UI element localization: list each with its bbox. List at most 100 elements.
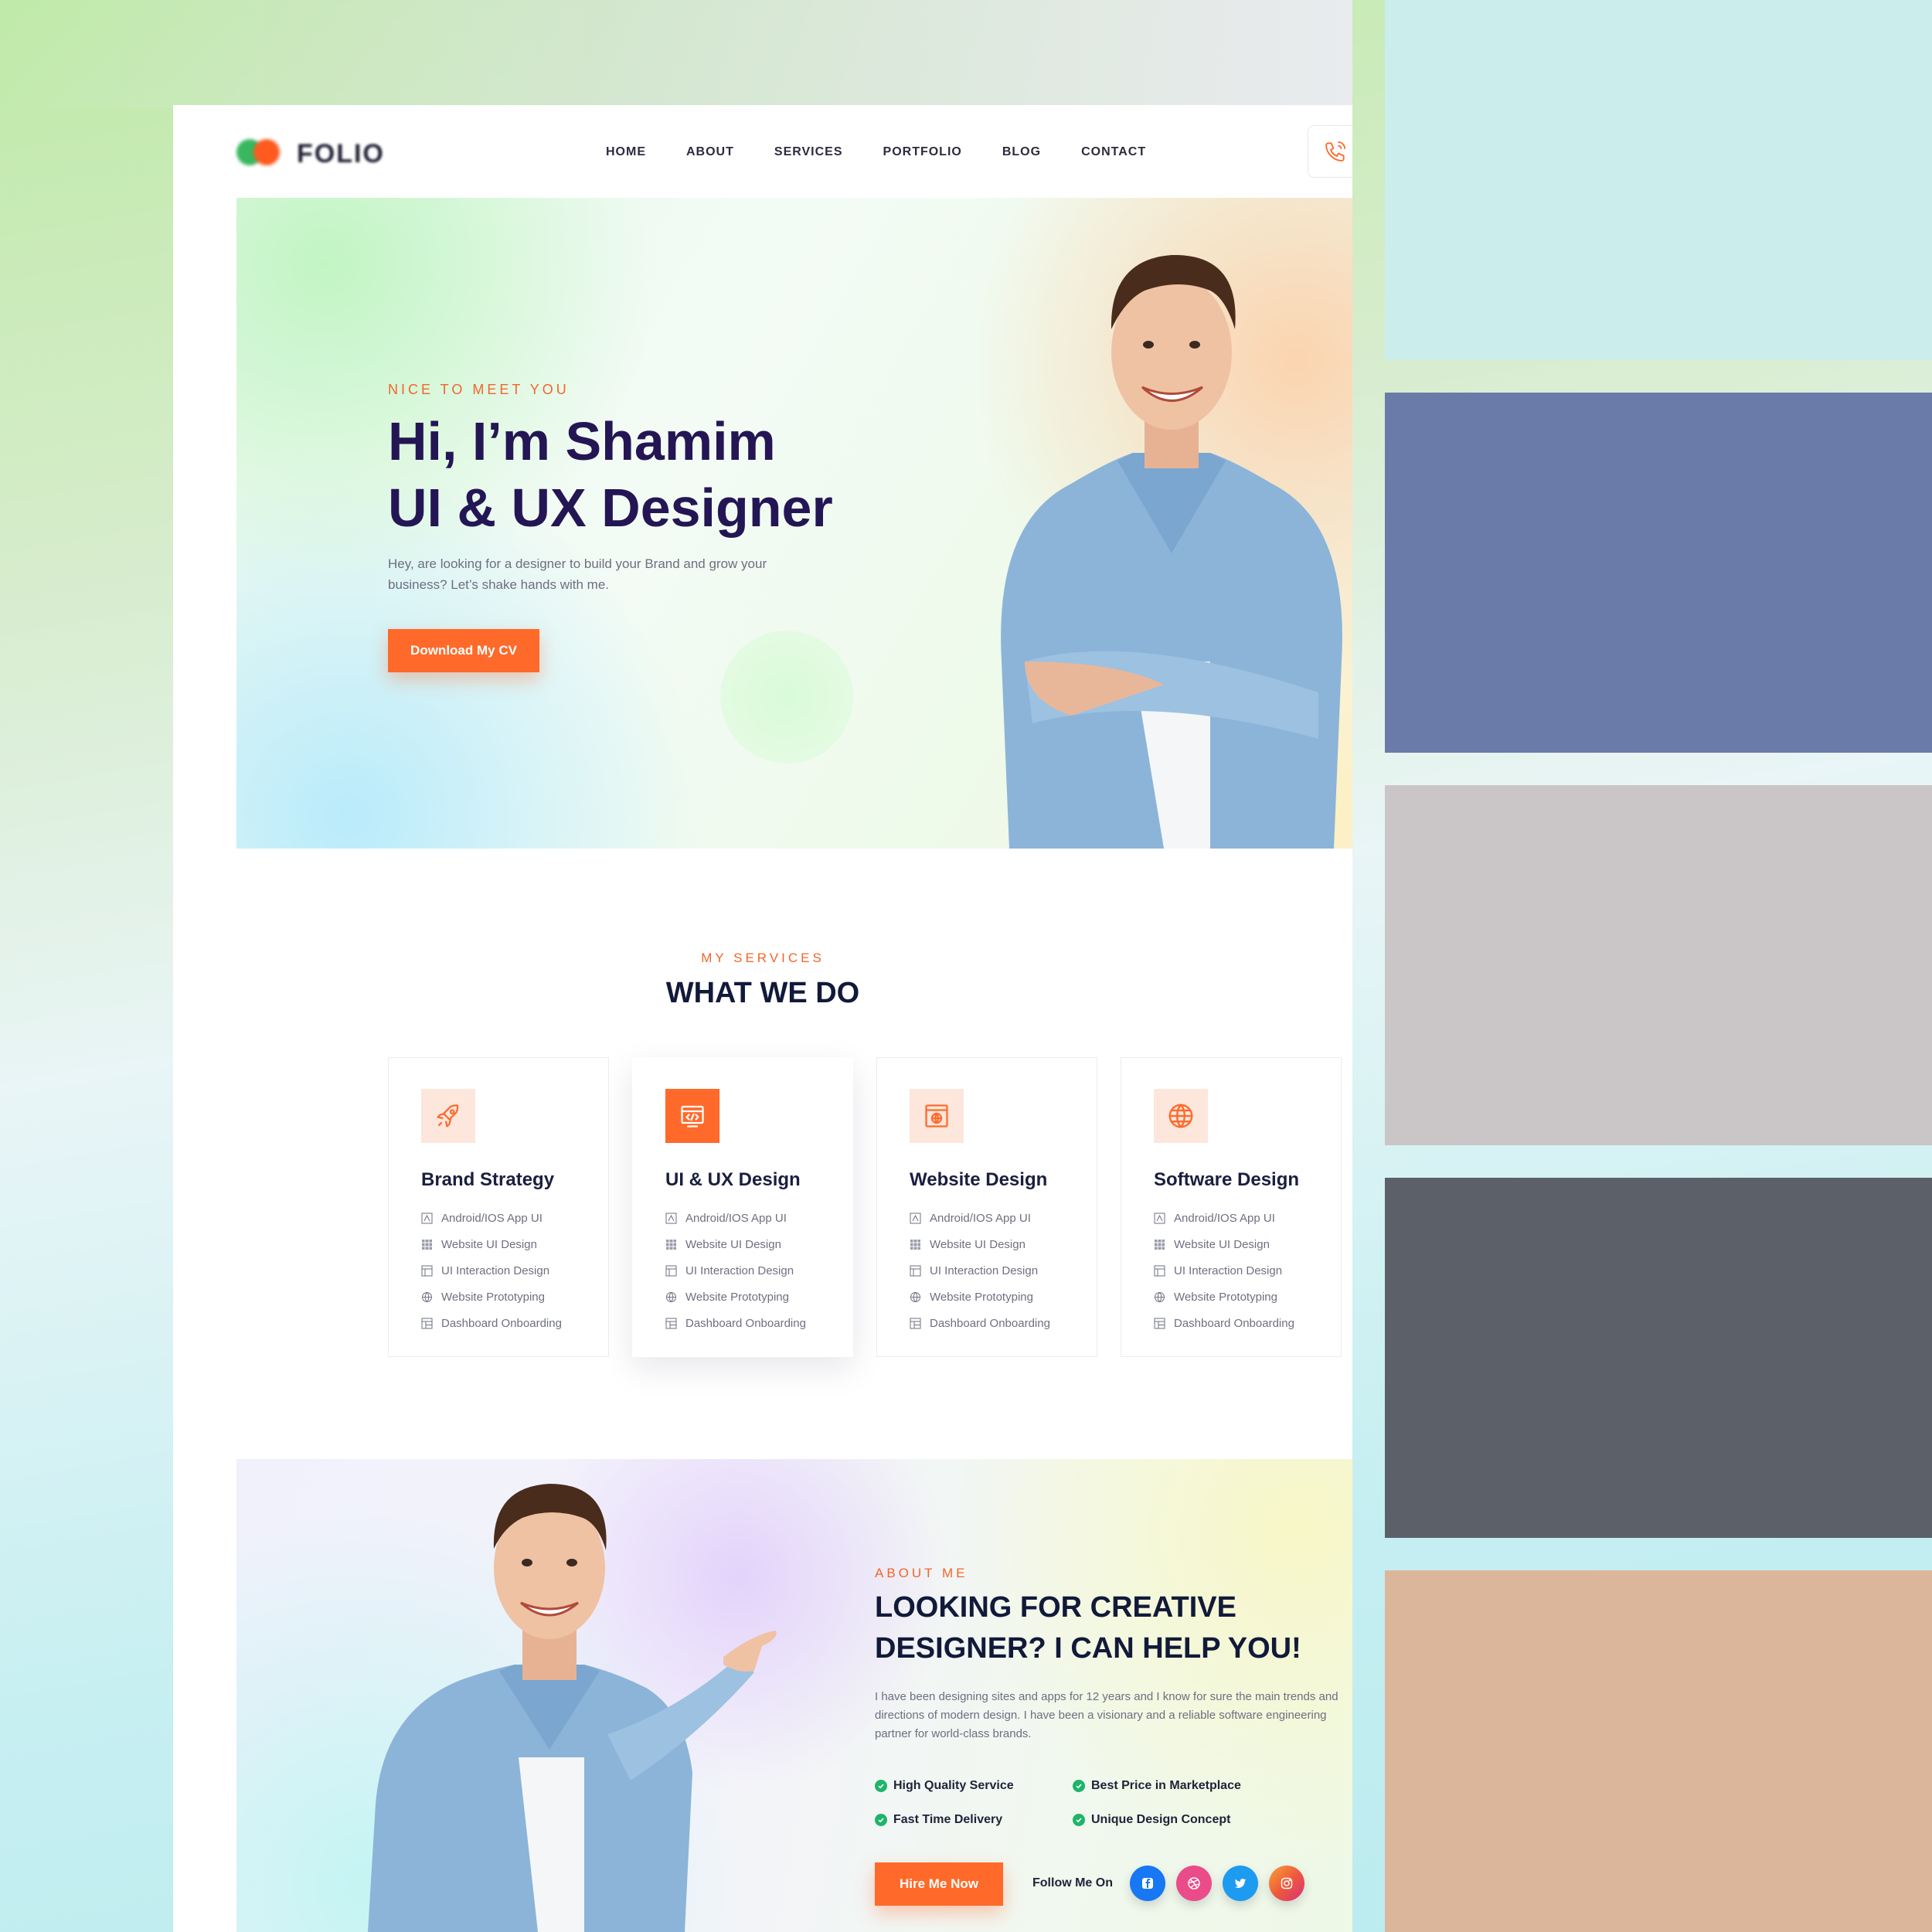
grid-icon — [421, 1239, 433, 1250]
rocket-icon — [437, 1104, 459, 1128]
feature-item: Best Price in Marketplace — [1073, 1779, 1241, 1793]
feature-item: Unique Design Concept — [1073, 1813, 1230, 1827]
services-kicker: MY SERVICES — [701, 951, 825, 965]
list-item-label: Dashboard Onboarding — [930, 1316, 1050, 1330]
card-feature-list: Android/IOS App UI Website UI Design UI … — [665, 1205, 806, 1336]
feature-label: Unique Design Concept — [1091, 1813, 1231, 1826]
list-item: Website Prototyping — [421, 1284, 562, 1310]
hero-title-line-1: Hi, I’m Shamim — [388, 411, 776, 471]
hero-section: NICE TO MEET YOU Hi, I’m Shamim UI & UX … — [236, 198, 1352, 849]
follow-label: Follow Me On — [1032, 1876, 1113, 1889]
layout-icon — [1154, 1265, 1165, 1277]
card-icon-box — [421, 1089, 475, 1143]
about-description: I have been designing sites and apps for… — [875, 1690, 1338, 1740]
list-item: Dashboard Onboarding — [421, 1310, 562, 1336]
hero-person-image — [1001, 254, 1342, 849]
list-item: Dashboard Onboarding — [1154, 1310, 1294, 1336]
logo-text: FOLIO — [297, 139, 385, 168]
feature-item: High Quality Service — [875, 1779, 1014, 1793]
service-card-brand-strategy[interactable]: Brand Strategy Android/IOS App UI Websit… — [388, 1057, 609, 1357]
services-cards: Brand Strategy Android/IOS App UI Websit… — [388, 1057, 1342, 1357]
list-item: Dashboard Onboarding — [910, 1310, 1050, 1336]
globe-small-icon — [910, 1291, 921, 1303]
card-feature-list: Android/IOS App UI Website UI Design UI … — [1154, 1205, 1294, 1336]
card-icon-box — [665, 1089, 719, 1143]
list-item-label: Website Prototyping — [441, 1290, 545, 1304]
service-card-website-design[interactable]: Website Design Android/IOS App UI Websit… — [876, 1057, 1097, 1357]
globe-small-icon — [421, 1291, 433, 1303]
website-page: FOLIO HOME ABOUT SERVICES PORTFOLIO BLOG… — [173, 105, 1352, 1932]
list-item: UI Interaction Design — [421, 1257, 562, 1284]
card-title: UI & UX Design — [665, 1169, 801, 1190]
about-title-line-2: DESIGNER? I CAN HELP YOU! — [875, 1632, 1301, 1665]
about-section: ABOUT ME LOOKING FOR CREATIVE DESIGNER? … — [236, 1459, 1352, 1932]
instagram-link[interactable] — [1269, 1866, 1304, 1901]
list-item-label: Website Prototyping — [1174, 1290, 1277, 1304]
list-item: UI Interaction Design — [910, 1257, 1050, 1284]
list-item-label: Website Prototyping — [685, 1290, 789, 1304]
card-icon-box — [1154, 1089, 1208, 1143]
phone-button[interactable] — [1308, 125, 1352, 178]
card-title: Brand Strategy — [421, 1169, 555, 1190]
services-title: WHAT WE DO — [665, 977, 860, 1009]
dashboard-icon — [910, 1318, 921, 1329]
instagram-icon — [1281, 1877, 1293, 1889]
list-item-label: UI Interaction Design — [930, 1264, 1039, 1277]
hire-me-button[interactable]: Hire Me Now — [875, 1862, 1003, 1906]
palette-swatch-3 — [1385, 785, 1932, 1145]
list-item-label: UI Interaction Design — [685, 1264, 794, 1277]
web-globe-icon — [925, 1104, 948, 1128]
service-card-ui-ux-design[interactable]: UI & UX Design Android/IOS App UI Websit… — [632, 1057, 853, 1357]
list-item: UI Interaction Design — [665, 1257, 806, 1284]
palette-swatch-5 — [1385, 1570, 1932, 1932]
list-item: Website UI Design — [1154, 1231, 1294, 1257]
grid-icon — [1154, 1239, 1165, 1250]
layout-icon — [910, 1265, 921, 1277]
list-item: Android/IOS App UI — [665, 1205, 806, 1231]
feature-label: Fast Time Delivery — [893, 1813, 1003, 1826]
layout-icon — [665, 1265, 677, 1277]
app-icon — [665, 1213, 677, 1224]
app-icon — [910, 1213, 921, 1224]
list-item: Website UI Design — [665, 1231, 806, 1257]
palette-swatch-1 — [1385, 0, 1932, 360]
logo-dot-orange — [253, 139, 280, 165]
check-icon — [1073, 1780, 1085, 1792]
logo[interactable]: FOLIO — [236, 139, 385, 169]
service-card-software-design[interactable]: Software Design Android/IOS App UI Websi… — [1121, 1057, 1342, 1357]
grid-icon — [665, 1239, 677, 1250]
check-icon — [1073, 1814, 1085, 1826]
nav-contact[interactable]: CONTACT — [1081, 145, 1146, 159]
card-title: Website Design — [910, 1169, 1048, 1190]
twitter-link[interactable] — [1223, 1866, 1258, 1901]
check-icon — [875, 1780, 887, 1792]
list-item: Android/IOS App UI — [421, 1205, 562, 1231]
card-title: Software Design — [1154, 1169, 1300, 1190]
list-item-label: UI Interaction Design — [1174, 1264, 1283, 1277]
dribbble-icon — [1188, 1877, 1200, 1889]
nav-services[interactable]: SERVICES — [774, 145, 843, 159]
dribbble-link[interactable] — [1176, 1866, 1212, 1901]
list-item-label: Website UI Design — [930, 1237, 1026, 1251]
feature-label: Best Price in Marketplace — [1091, 1779, 1241, 1792]
phone-icon — [1325, 141, 1345, 162]
decorative-circle — [720, 631, 853, 764]
app-icon — [421, 1213, 433, 1224]
list-item: Website UI Design — [421, 1231, 562, 1257]
feature-item: Fast Time Delivery — [875, 1813, 1002, 1827]
list-item: Website Prototyping — [665, 1284, 806, 1310]
card-icon-box — [910, 1089, 964, 1143]
hero-kicker: NICE TO MEET YOU — [388, 382, 570, 397]
nav-portfolio[interactable]: PORTFOLIO — [883, 145, 962, 159]
nav-home[interactable]: HOME — [606, 145, 646, 159]
facebook-link[interactable] — [1130, 1866, 1165, 1901]
globe-small-icon — [665, 1291, 677, 1303]
palette-swatch-2 — [1385, 393, 1932, 753]
globe-small-icon — [1154, 1291, 1165, 1303]
globe-icon — [1168, 1104, 1193, 1128]
main-nav: HOME ABOUT SERVICES PORTFOLIO BLOG CONTA… — [606, 145, 1186, 159]
nav-about[interactable]: ABOUT — [686, 145, 734, 159]
download-cv-button[interactable]: Download My CV — [388, 629, 539, 672]
nav-blog[interactable]: BLOG — [1002, 145, 1041, 159]
layout-icon — [421, 1265, 433, 1277]
